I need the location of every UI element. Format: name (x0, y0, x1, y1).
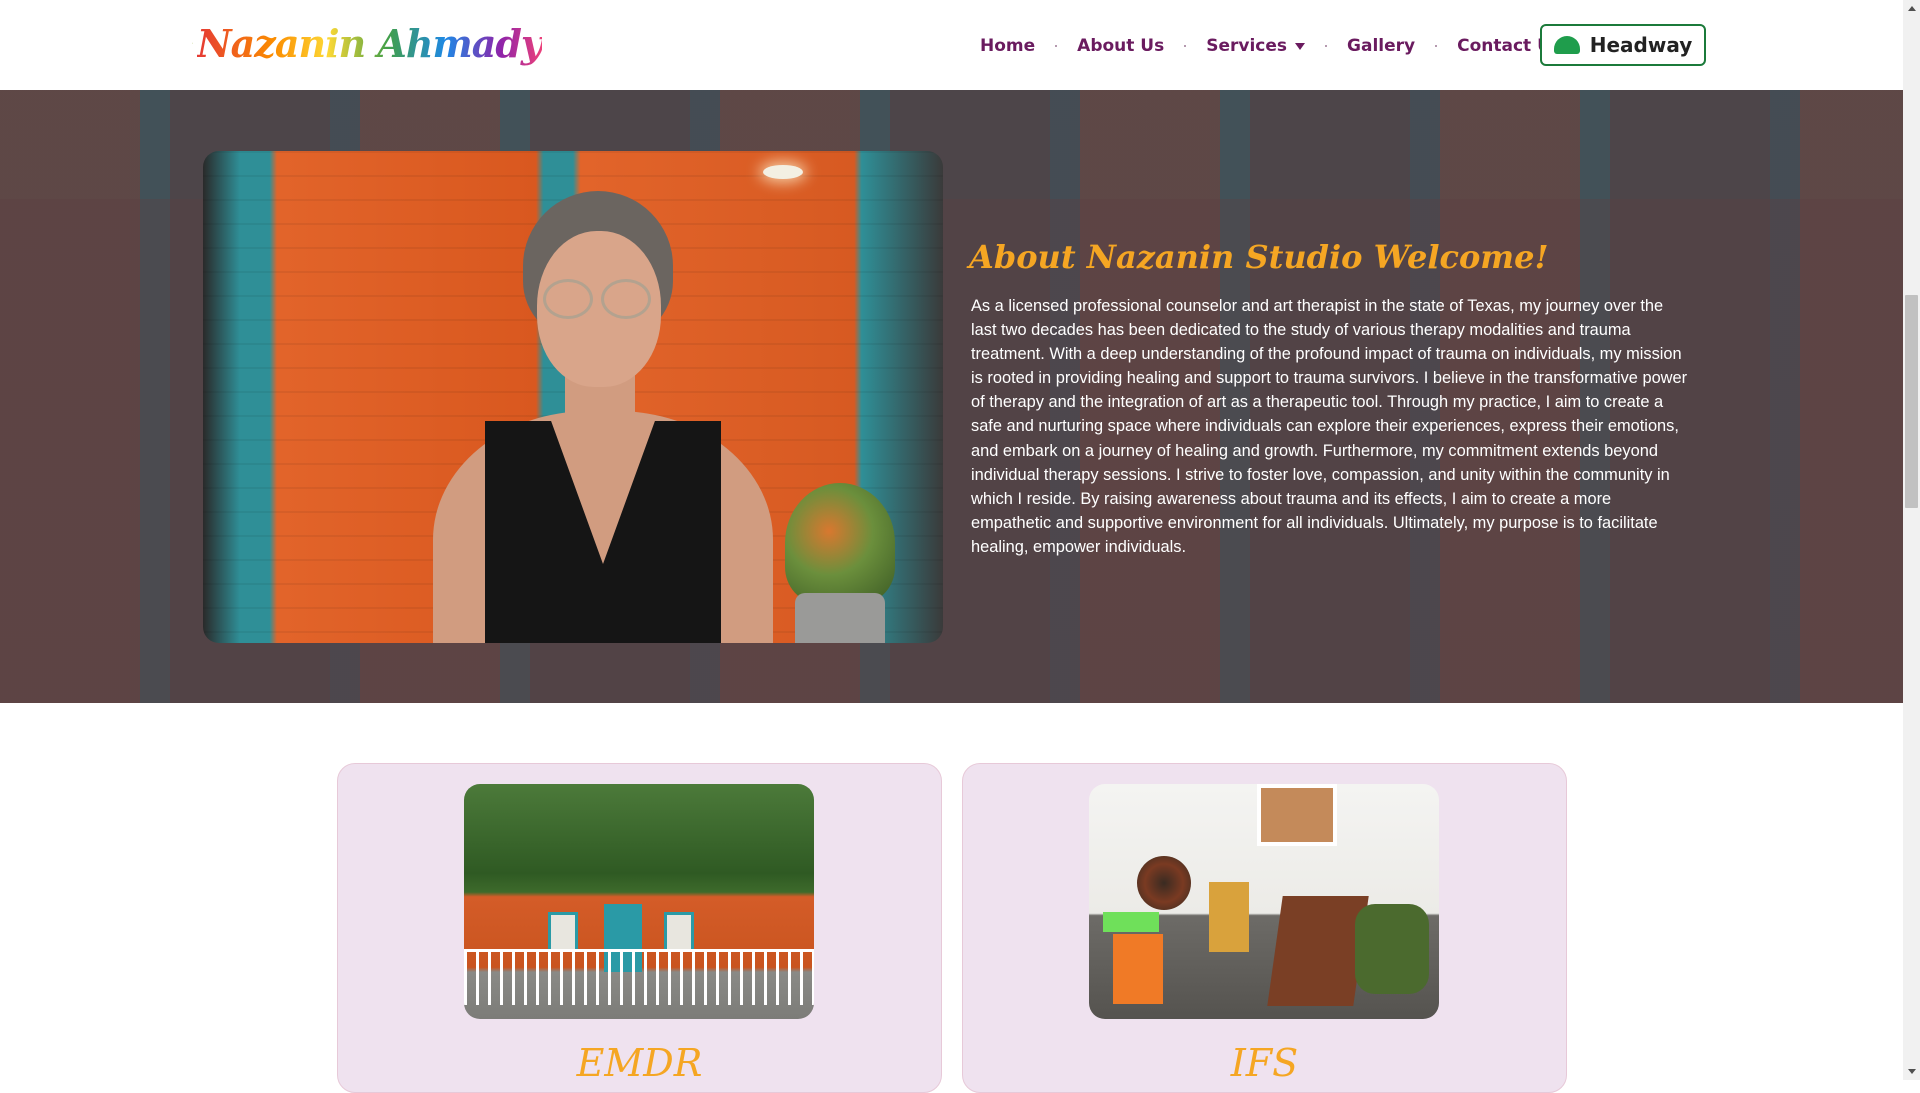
arrow-up-icon (1908, 6, 1916, 11)
nav-gallery-label: Gallery (1347, 36, 1415, 56)
site-logo[interactable]: Nazanin Ahmady (192, 8, 542, 78)
caret-down-icon (1295, 43, 1305, 50)
emdr-card-title: EMDR (338, 1041, 941, 1085)
site-header: Nazanin Ahmady Home About Us Services Ga… (0, 0, 1903, 90)
nav-about-us[interactable]: About Us (1057, 36, 1184, 56)
logo-text: Nazanin Ahmady (197, 21, 542, 66)
about-section: About Nazanin Studio Welcome! As a licen… (0, 90, 1903, 703)
service-card-ifs[interactable]: IFS (962, 763, 1567, 1093)
ifs-card-title: IFS (963, 1041, 1566, 1085)
scroll-down-button[interactable] (1903, 1063, 1920, 1080)
ifs-card-image (1089, 784, 1439, 1019)
nav-home-label: Home (980, 36, 1035, 56)
headway-cloud-icon (1554, 36, 1580, 54)
headway-button[interactable]: Headway (1540, 24, 1706, 66)
service-card-emdr[interactable]: EMDR (337, 763, 942, 1093)
arrow-down-icon (1908, 1069, 1916, 1074)
nav-home[interactable]: Home (960, 36, 1055, 56)
scroll-up-button[interactable] (1903, 0, 1920, 17)
therapist-portrait-photo (203, 151, 943, 643)
about-paragraph: As a licensed professional counselor and… (971, 294, 1691, 559)
page-scrollbar[interactable] (1903, 0, 1920, 1080)
nav-about-us-label: About Us (1077, 36, 1164, 56)
nav-services[interactable]: Services (1186, 36, 1325, 56)
main-nav: Home About Us Services Gallery Contact U… (960, 28, 1581, 64)
about-heading: About Nazanin Studio Welcome! (969, 238, 1669, 276)
headway-button-label: Headway (1590, 33, 1693, 57)
scrollbar-thumb[interactable] (1905, 295, 1918, 508)
logo-mark-icon (192, 11, 193, 75)
emdr-card-image (464, 784, 814, 1019)
nav-services-label: Services (1206, 36, 1287, 56)
nav-gallery[interactable]: Gallery (1327, 36, 1435, 56)
